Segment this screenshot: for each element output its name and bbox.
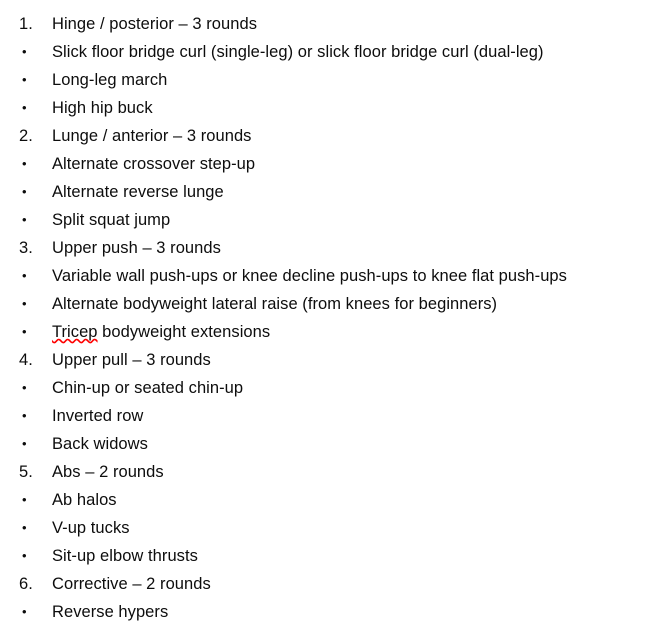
list-item: 1. Hinge / posterior – 3 rounds bbox=[0, 10, 655, 38]
list-bullet-icon: • bbox=[22, 268, 27, 283]
list-item-text: Ab halos bbox=[52, 491, 117, 509]
list-item: 6. Corrective – 2 rounds bbox=[0, 570, 655, 598]
list-item: • High hip buck bbox=[0, 94, 655, 122]
list-item-text: Hinge / posterior – 3 rounds bbox=[52, 15, 258, 33]
list-item: • Ab halos bbox=[0, 486, 655, 514]
list-bullet-icon: • bbox=[22, 436, 27, 451]
list-item-text: Back widows bbox=[52, 435, 148, 453]
list-item-text: Upper pull – 3 rounds bbox=[52, 351, 211, 369]
list-number-marker: 6. bbox=[19, 575, 33, 593]
list-item: • Long-leg march bbox=[0, 66, 655, 94]
list-item: • Slick floor bridge curl (single-leg) or… bbox=[0, 38, 655, 66]
list-bullet-icon: • bbox=[22, 44, 27, 59]
list-item: • Alternate bodyweight lateral raise (fro… bbox=[0, 290, 655, 318]
list-item-text: Alternate reverse lunge bbox=[52, 183, 224, 201]
list-item: • Tricep bodyweight extensions bbox=[0, 318, 655, 346]
list-bullet-icon: • bbox=[22, 408, 27, 423]
list-item-text: Split squat jump bbox=[52, 211, 171, 229]
list-bullet-icon: • bbox=[22, 604, 27, 619]
list-item-text: Abs – 2 rounds bbox=[52, 463, 164, 481]
list-item-text: V-up tucks bbox=[52, 519, 130, 537]
list-item-text: High hip buck bbox=[52, 99, 153, 117]
list-item-text: Lunge / anterior – 3 rounds bbox=[52, 127, 252, 145]
workout-list: 1. Hinge / posterior – 3 rounds • Slick flo… bbox=[0, 10, 655, 626]
list-bullet-icon: • bbox=[22, 184, 27, 199]
list-bullet-icon: • bbox=[22, 492, 27, 507]
list-bullet-icon: • bbox=[22, 72, 27, 87]
list-bullet-icon: • bbox=[22, 212, 27, 227]
list-item: • Sit-up elbow thrusts bbox=[0, 542, 655, 570]
list-item-text: Corrective – 2 rounds bbox=[52, 575, 211, 593]
list-item-text: Long-leg march bbox=[52, 71, 168, 89]
list-bullet-icon: • bbox=[22, 100, 27, 115]
list-number-marker: 5. bbox=[19, 463, 33, 481]
list-item: • Inverted row bbox=[0, 402, 655, 430]
list-item: • Alternate reverse lunge bbox=[0, 178, 655, 206]
list-item: 4. Upper pull – 3 rounds bbox=[0, 346, 655, 374]
list-bullet-icon: • bbox=[22, 380, 27, 395]
list-item-text: Inverted row bbox=[52, 407, 144, 425]
document-page: 1. Hinge / posterior – 3 rounds • Slick flo… bbox=[0, 0, 655, 633]
list-item-text: Variable wall push-ups or knee decline p… bbox=[52, 267, 567, 285]
list-item-text: Alternate bodyweight lateral raise (from… bbox=[52, 295, 498, 313]
misspelled-word[interactable]: Tricep bbox=[52, 323, 98, 341]
list-item-text: Slick floor bridge curl (single-leg) or … bbox=[52, 43, 544, 61]
list-item: • Back widows bbox=[0, 430, 655, 458]
list-item: • V-up tucks bbox=[0, 514, 655, 542]
list-item-text: Upper push – 3 rounds bbox=[52, 239, 221, 257]
list-item: • Split squat jump bbox=[0, 206, 655, 234]
list-bullet-icon: • bbox=[22, 324, 27, 339]
list-item-text: Sit-up elbow thrusts bbox=[52, 547, 198, 565]
list-number-marker: 3. bbox=[19, 239, 33, 257]
list-bullet-icon: • bbox=[22, 156, 27, 171]
list-item-text: Tricep bodyweight extensions bbox=[52, 323, 271, 341]
list-item: • Variable wall push-ups or knee decline … bbox=[0, 262, 655, 290]
list-item: • Chin-up or seated chin-up bbox=[0, 374, 655, 402]
list-item-text: Chin-up or seated chin-up bbox=[52, 379, 244, 397]
list-number-marker: 4. bbox=[19, 351, 33, 369]
list-bullet-icon: • bbox=[22, 296, 27, 311]
list-bullet-icon: • bbox=[22, 548, 27, 563]
list-item: • Alternate crossover step-up bbox=[0, 150, 655, 178]
list-item: 2. Lunge / anterior – 3 rounds bbox=[0, 122, 655, 150]
list-item-text: Alternate crossover step-up bbox=[52, 155, 256, 173]
list-item: 5. Abs – 2 rounds bbox=[0, 458, 655, 486]
list-item: 3. Upper push – 3 rounds bbox=[0, 234, 655, 262]
list-item: • Reverse hypers bbox=[0, 598, 655, 626]
list-number-marker: 1. bbox=[19, 15, 33, 33]
list-number-marker: 2. bbox=[19, 127, 33, 145]
list-item-text: Reverse hypers bbox=[52, 603, 169, 621]
list-bullet-icon: • bbox=[22, 520, 27, 535]
